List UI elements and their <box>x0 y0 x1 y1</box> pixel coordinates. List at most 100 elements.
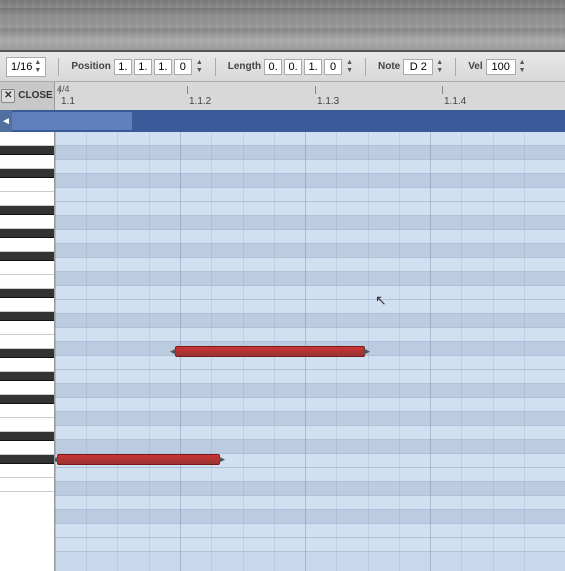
white-key[interactable] <box>0 464 55 478</box>
black-key[interactable] <box>0 169 55 178</box>
ruler-mark-1: 1.1 <box>59 82 75 110</box>
midi-note-1[interactable]: ◄ ► <box>175 346 365 357</box>
black-key[interactable] <box>0 372 55 381</box>
white-key[interactable] <box>0 178 55 192</box>
white-key[interactable] <box>0 238 55 252</box>
grid-row <box>55 496 565 510</box>
vline-sub-9 <box>399 132 400 571</box>
vel-label: Vel <box>468 61 482 72</box>
piano-keys <box>0 132 55 571</box>
overview-highlight <box>12 112 132 130</box>
white-key[interactable] <box>0 192 55 206</box>
black-key[interactable] <box>0 206 55 215</box>
snap-selector[interactable]: 1/16 ▲ ▼ <box>6 57 46 77</box>
close-x-icon: ✕ <box>1 89 15 103</box>
separator-4 <box>455 58 456 76</box>
grid-row <box>55 412 565 426</box>
vline-1 <box>55 132 56 571</box>
grid-row <box>55 160 565 174</box>
vel-spinner[interactable]: ▲ ▼ <box>519 59 526 75</box>
pos-field-4[interactable]: 0 <box>174 59 192 75</box>
grid-row <box>55 300 565 314</box>
length-label: Length <box>228 61 261 72</box>
grid-row <box>55 398 565 412</box>
len-field-2[interactable]: 0. <box>284 59 302 75</box>
white-key[interactable] <box>0 441 55 455</box>
white-key[interactable] <box>0 132 55 146</box>
length-fields: 0. 0. 1. 0 ▲ ▼ <box>264 59 353 75</box>
note-right-arrow-1: ► <box>362 346 372 357</box>
track-header-row: ✕ CLOSE 4/4 1.1 1.1.2 1.1.3 1.1.4 <box>0 82 565 110</box>
position-group: Position 1. 1. 1. 0 ▲ ▼ <box>71 59 202 75</box>
length-spinner[interactable]: ▲ ▼ <box>346 59 353 75</box>
len-field-3[interactable]: 1. <box>304 59 322 75</box>
vline-sub-12 <box>524 132 525 571</box>
length-group: Length 0. 0. 1. 0 ▲ ▼ <box>228 59 353 75</box>
vline-sub-10 <box>461 132 462 571</box>
pos-field-2[interactable]: 1. <box>134 59 152 75</box>
pos-field-3[interactable]: 1. <box>154 59 172 75</box>
overview-content[interactable] <box>12 110 565 132</box>
top-image-bar <box>0 0 565 52</box>
vline-4 <box>430 132 431 571</box>
white-key[interactable] <box>0 478 55 492</box>
grid-row <box>55 132 565 146</box>
note-value[interactable]: D 2 <box>403 59 433 75</box>
len-field-4[interactable]: 0 <box>324 59 342 75</box>
grid-row <box>55 524 565 538</box>
note-left-arrow-1: ◄ <box>168 346 178 357</box>
vline-sub-11 <box>493 132 494 571</box>
close-label: CLOSE <box>18 90 52 101</box>
ruler-mark-2: 1.1.2 <box>187 82 211 110</box>
vel-value[interactable]: 100 <box>486 59 516 75</box>
grid-row <box>55 244 565 258</box>
note-left-arrow-2: ◄ <box>55 454 60 465</box>
overview-left-arrow[interactable]: ◄ <box>0 110 12 132</box>
white-key[interactable] <box>0 358 55 372</box>
white-key[interactable] <box>0 335 55 349</box>
white-key[interactable] <box>0 418 55 432</box>
black-key[interactable] <box>0 252 55 261</box>
separator-2 <box>215 58 216 76</box>
black-key[interactable] <box>0 312 55 321</box>
overview-bar: ◄ <box>0 110 565 132</box>
position-spinner[interactable]: ▲ ▼ <box>196 59 203 75</box>
white-key[interactable] <box>0 261 55 275</box>
snap-value: 1/16 <box>11 61 32 73</box>
white-key[interactable] <box>0 404 55 418</box>
white-key[interactable] <box>0 321 55 335</box>
grid-row <box>55 426 565 440</box>
black-key[interactable] <box>0 455 55 464</box>
white-key[interactable] <box>0 381 55 395</box>
vline-sub-1 <box>86 132 87 571</box>
ruler: 4/4 1.1 1.1.2 1.1.3 1.1.4 <box>55 82 565 110</box>
note-right-arrow-2: ► <box>217 454 227 465</box>
grid-area[interactable]: ◄ ► ◄ ► ↖ <box>55 132 565 571</box>
pos-field-1[interactable]: 1. <box>114 59 132 75</box>
position-label: Position <box>71 61 110 72</box>
grid-row <box>55 356 565 370</box>
black-key[interactable] <box>0 432 55 441</box>
midi-note-2[interactable]: ◄ ► <box>57 454 220 465</box>
grid-row <box>55 440 565 454</box>
grid-row <box>55 510 565 524</box>
snap-spinner[interactable]: ▲ ▼ <box>34 59 41 75</box>
len-field-1[interactable]: 0. <box>264 59 282 75</box>
black-key[interactable] <box>0 229 55 238</box>
white-key[interactable] <box>0 298 55 312</box>
grid-row <box>55 370 565 384</box>
white-key[interactable] <box>0 275 55 289</box>
grid-row <box>55 216 565 230</box>
white-key[interactable] <box>0 155 55 169</box>
snap-group: 1/16 ▲ ▼ <box>6 57 46 77</box>
black-key[interactable] <box>0 289 55 298</box>
black-key[interactable] <box>0 146 55 155</box>
vel-group: Vel 100 ▲ ▼ <box>468 59 525 75</box>
black-key[interactable] <box>0 349 55 358</box>
note-spinner[interactable]: ▲ ▼ <box>436 59 443 75</box>
black-key[interactable] <box>0 395 55 404</box>
close-button[interactable]: ✕ CLOSE <box>0 82 55 110</box>
vline-sub-3 <box>149 132 150 571</box>
grid-row <box>55 482 565 496</box>
white-key[interactable] <box>0 215 55 229</box>
